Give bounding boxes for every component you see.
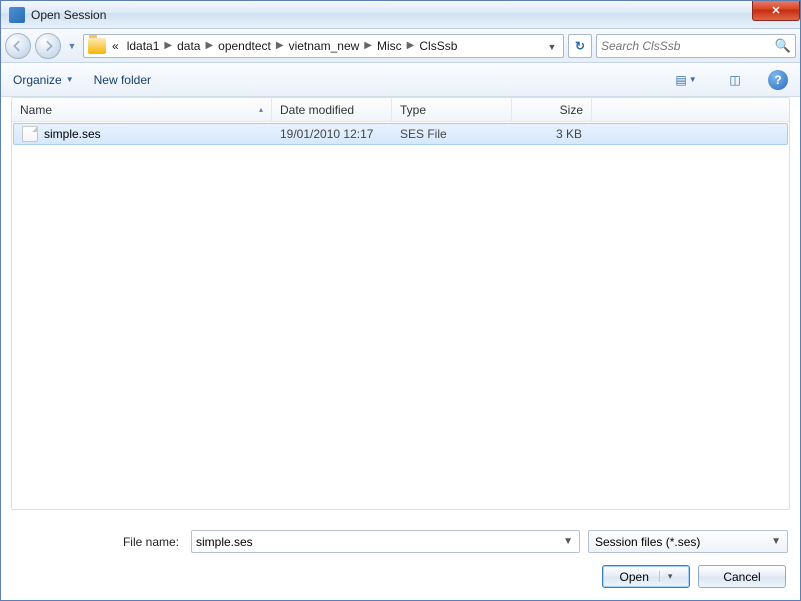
filename-row: File name: ▼ Session files (*.ses) ▼ — [13, 530, 788, 553]
chevron-down-icon: ▼ — [771, 536, 781, 547]
filename-label: File name: — [13, 535, 183, 549]
preview-pane-button[interactable]: ◫ — [722, 68, 748, 92]
cancel-button[interactable]: Cancel — [698, 565, 786, 588]
search-box[interactable]: 🔍 — [596, 34, 796, 58]
chevron-down-icon: ▼ — [68, 41, 77, 51]
chevron-right-icon: ▶ — [363, 40, 373, 51]
filename-input[interactable] — [196, 535, 561, 549]
refresh-icon: ↻ — [575, 39, 585, 53]
toolbar: Organize ▼ New folder ▤ ▼ ◫ ? — [1, 63, 800, 97]
column-type[interactable]: Type — [392, 98, 512, 121]
back-button[interactable] — [5, 33, 31, 59]
organize-label: Organize — [13, 73, 62, 87]
arrow-left-icon — [12, 40, 24, 52]
newfolder-label: New folder — [94, 73, 151, 87]
button-row: Open ▾ Cancel — [13, 565, 788, 588]
column-headers: Name ▴ Date modified Type Size — [12, 98, 789, 122]
chevron-right-icon: ▶ — [406, 40, 416, 51]
breadcrumb-prefix[interactable]: « — [108, 39, 123, 53]
search-icon[interactable]: 🔍 — [775, 38, 791, 54]
chevron-down-icon: ▼ — [66, 75, 74, 84]
new-folder-button[interactable]: New folder — [94, 73, 151, 87]
file-date-cell: 19/01/2010 12:17 — [272, 127, 392, 141]
nav-bar: ▼ « ldata1 ▶ data ▶ opendtect ▶ vietnam_… — [1, 29, 800, 63]
file-row[interactable]: simple.ses 19/01/2010 12:17 SES File 3 K… — [13, 123, 788, 145]
close-icon: ✕ — [771, 4, 780, 17]
filename-combo[interactable]: ▼ — [191, 530, 580, 553]
filter-label: Session files (*.ses) — [595, 535, 700, 549]
nav-history-dropdown[interactable]: ▼ — [65, 33, 79, 59]
chevron-down-icon: ▼ — [548, 42, 557, 52]
address-dropdown[interactable]: ▼ — [543, 39, 561, 53]
column-name[interactable]: Name ▴ — [12, 98, 272, 121]
breadcrumb-item[interactable]: ldata1 — [123, 39, 164, 53]
breadcrumb-item[interactable]: data — [173, 39, 204, 53]
file-size-cell: 3 KB — [512, 127, 590, 141]
chevron-down-icon: ▼ — [689, 75, 697, 84]
chevron-right-icon: ▶ — [275, 40, 285, 51]
organize-button[interactable]: Organize ▼ — [13, 73, 74, 87]
chevron-down-icon[interactable]: ▼ — [561, 536, 575, 547]
search-input[interactable] — [601, 39, 775, 53]
help-icon: ? — [774, 73, 781, 87]
open-button[interactable]: Open ▾ — [602, 565, 690, 588]
close-button[interactable]: ✕ — [752, 1, 800, 21]
arrow-right-icon — [42, 40, 54, 52]
app-icon — [9, 7, 25, 23]
view-options-button[interactable]: ▤ ▼ — [670, 68, 702, 92]
file-name-cell: simple.ses — [14, 126, 272, 142]
view-icon: ▤ — [675, 73, 685, 87]
preview-icon: ◫ — [729, 73, 740, 87]
breadcrumb-item[interactable]: ClsSsb — [415, 39, 461, 53]
window-title: Open Session — [31, 8, 106, 22]
column-size[interactable]: Size — [512, 98, 592, 121]
file-type-cell: SES File — [392, 127, 512, 141]
breadcrumb-item[interactable]: Misc — [373, 39, 406, 53]
titlebar: Open Session ✕ — [1, 1, 800, 29]
chevron-right-icon: ▶ — [163, 40, 173, 51]
help-button[interactable]: ? — [768, 70, 788, 90]
split-chevron-icon: ▾ — [659, 571, 673, 582]
open-session-dialog: Open Session ✕ ▼ « ldata1 ▶ data ▶ opend… — [0, 0, 801, 601]
chevron-right-icon: ▶ — [204, 40, 214, 51]
file-browser: Name ▴ Date modified Type Size simple.se… — [11, 97, 790, 510]
folder-icon — [88, 38, 106, 54]
breadcrumb-item[interactable]: opendtect — [214, 39, 275, 53]
refresh-button[interactable]: ↻ — [568, 34, 592, 58]
dialog-bottom: File name: ▼ Session files (*.ses) ▼ Ope… — [1, 510, 800, 600]
file-icon — [22, 126, 38, 142]
file-type-filter[interactable]: Session files (*.ses) ▼ — [588, 530, 788, 553]
column-date[interactable]: Date modified — [272, 98, 392, 121]
forward-button[interactable] — [35, 33, 61, 59]
file-list[interactable]: simple.ses 19/01/2010 12:17 SES File 3 K… — [12, 122, 789, 509]
sort-indicator-icon: ▴ — [259, 105, 263, 114]
breadcrumb: « ldata1 ▶ data ▶ opendtect ▶ vietnam_ne… — [108, 39, 461, 53]
breadcrumb-item[interactable]: vietnam_new — [285, 39, 364, 53]
address-bar[interactable]: « ldata1 ▶ data ▶ opendtect ▶ vietnam_ne… — [83, 34, 564, 58]
